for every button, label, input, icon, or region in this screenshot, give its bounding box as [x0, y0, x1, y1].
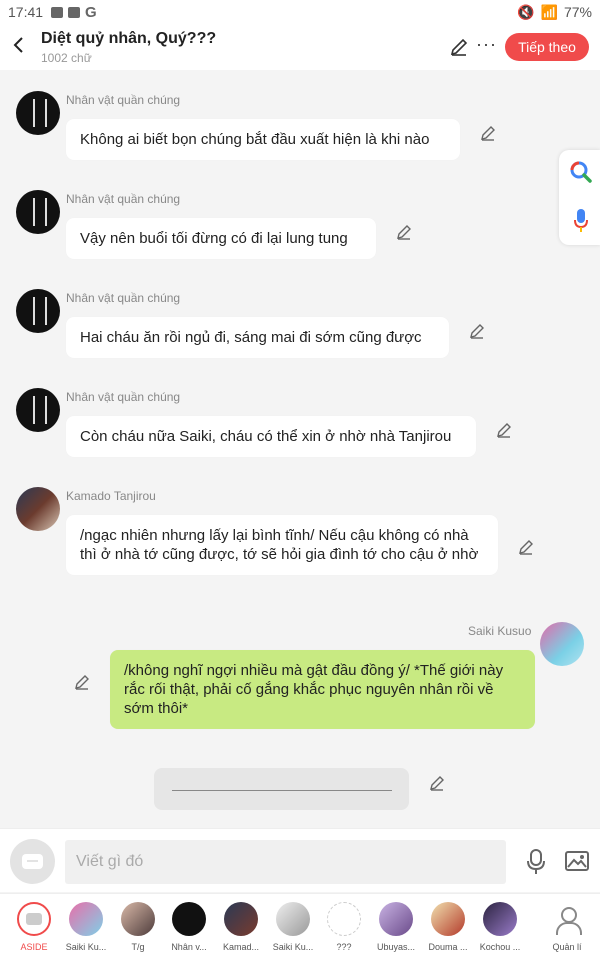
edit-pencil-icon[interactable] [73, 673, 91, 691]
message-bubble[interactable]: Còn cháu nữa Saiki, cháu có thể xin ở nh… [66, 416, 476, 457]
edit-title-icon[interactable] [448, 36, 470, 58]
message-sender: Nhân vật quần chúng [66, 93, 181, 107]
message-sender: Nhân vật quần chúng [66, 192, 181, 206]
voice-mic-icon[interactable] [573, 208, 589, 234]
aside-icon [17, 902, 51, 936]
manage-user-icon [550, 902, 584, 936]
assistant-side-panel [559, 150, 600, 245]
message-sender: Nhân vật quần chúng [66, 291, 181, 305]
avatar [69, 902, 103, 936]
character-item[interactable]: Saiki Ku... [269, 902, 317, 952]
avatar [327, 902, 361, 936]
character-item[interactable]: Ubuyas... [372, 902, 420, 952]
avatar[interactable] [16, 91, 60, 135]
character-name: Quản lí [552, 942, 582, 952]
character-name: Ubuyas... [376, 942, 416, 952]
avatar [379, 902, 413, 936]
character-name: Saiki Ku... [272, 942, 314, 952]
divider-line [172, 790, 392, 791]
edit-pencil-icon[interactable] [495, 421, 513, 439]
aside-toggle-button[interactable] [10, 839, 55, 884]
avatar[interactable] [16, 487, 60, 531]
message-bubble[interactable]: Hai cháu ăn rồi ngủ đi, sáng mai đi sớm … [66, 317, 449, 358]
avatar [276, 902, 310, 936]
mute-icon: 🔇 [517, 3, 535, 20]
message-sender: Kamado Tanjirou [66, 489, 156, 503]
character-name: ??? [336, 942, 352, 952]
message-sender: Nhân vật quần chúng [66, 390, 181, 404]
status-bar: 17:41 G 🔇 📶 77% [0, 0, 600, 24]
status-time: 17:41 [8, 4, 44, 20]
character-name: Nhân v... [171, 942, 207, 952]
avatar [483, 902, 517, 936]
character-item[interactable]: Nhân v... [165, 902, 213, 952]
story-header: Diệt quỷ nhân, Quý??? 1002 chữ ··· Tiếp … [0, 24, 600, 70]
character-name: Kochou ... [479, 942, 521, 952]
character-name: T/g [131, 942, 145, 952]
wifi-icon: 📶 [540, 3, 558, 20]
divider-bubble[interactable] [154, 768, 409, 810]
avatar [431, 902, 465, 936]
avatar[interactable] [540, 622, 584, 666]
avatar[interactable] [16, 289, 60, 333]
message-sender: Saiki Kusuo [468, 624, 532, 638]
edit-pencil-icon[interactable] [428, 774, 446, 792]
character-item[interactable]: ASIDE [10, 902, 58, 952]
message-bubble[interactable]: Vậy nên buổi tối đừng có đi lại lung tun… [66, 218, 376, 259]
edit-pencil-icon[interactable] [395, 223, 413, 241]
character-name: Douma ... [428, 942, 468, 952]
follow-button[interactable]: Tiếp theo [505, 33, 589, 61]
search-icon[interactable] [569, 160, 593, 184]
message-bubble-own[interactable]: /không nghĩ ngợi nhiều mà gật đầu đồng ý… [110, 650, 535, 729]
word-count: 1002 chữ [41, 51, 92, 65]
edit-pencil-icon[interactable] [468, 322, 486, 340]
chat-area[interactable]: Nhân vật quần chúng Không ai biết bọn ch… [0, 70, 600, 828]
manage-characters[interactable]: Quản lí [543, 902, 591, 952]
character-name: Saiki Ku... [65, 942, 107, 952]
character-name: ASIDE [20, 942, 48, 952]
bag-icon [68, 6, 81, 18]
compose-bar [0, 828, 600, 892]
gallery-icon [51, 6, 64, 18]
avatar [172, 902, 206, 936]
edit-pencil-icon[interactable] [479, 124, 497, 142]
more-dots-icon[interactable]: ··· [476, 34, 497, 55]
message-bubble[interactable]: /ngạc nhiên nhưng lấy lại bình tĩnh/ Nếu… [66, 515, 498, 575]
avatar [224, 902, 258, 936]
story-title: Diệt quỷ nhân, Quý??? [41, 30, 217, 47]
google-icon: G [85, 3, 97, 21]
back-arrow-icon[interactable] [8, 34, 30, 56]
image-icon[interactable] [565, 850, 589, 872]
character-item[interactable]: Kochou ... [476, 902, 524, 952]
status-icons: G [51, 4, 97, 21]
status-right: 🔇 📶 77% [517, 4, 592, 21]
character-selector: ASIDE Saiki Ku... T/g Nhân v... Kamad...… [0, 893, 600, 960]
character-item[interactable]: Douma ... [424, 902, 472, 952]
avatar[interactable] [16, 190, 60, 234]
edit-pencil-icon[interactable] [517, 538, 535, 556]
mic-icon[interactable] [525, 848, 547, 876]
message-bubble[interactable]: Không ai biết bọn chúng bắt đầu xuất hiệ… [66, 119, 460, 160]
message-input[interactable] [65, 840, 506, 884]
avatar[interactable] [16, 388, 60, 432]
character-item[interactable]: Saiki Ku... [62, 902, 110, 952]
character-name: Kamad... [222, 942, 260, 952]
battery-level: 77% [563, 4, 592, 20]
character-item[interactable]: T/g [114, 902, 162, 952]
avatar [121, 902, 155, 936]
character-item[interactable]: Kamad... [217, 902, 265, 952]
character-item[interactable]: ??? [320, 902, 368, 952]
